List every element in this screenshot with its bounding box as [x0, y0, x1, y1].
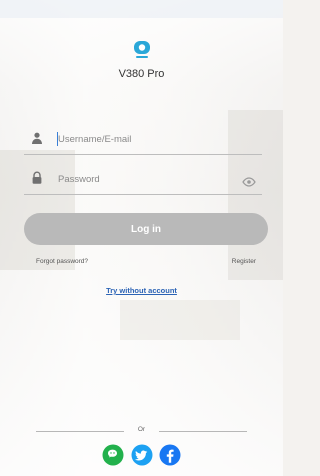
- facebook-icon[interactable]: [159, 444, 181, 466]
- eye-icon[interactable]: [242, 174, 256, 187]
- or-divider: Or: [36, 426, 247, 436]
- login-button[interactable]: Log in: [24, 213, 268, 245]
- password-field[interactable]: [24, 164, 262, 195]
- forgot-password-link[interactable]: Forgot password?: [36, 258, 88, 265]
- camera-logo-icon: [130, 38, 154, 62]
- username-field[interactable]: [24, 124, 262, 155]
- wechat-icon[interactable]: [102, 444, 124, 466]
- lock-icon: [30, 171, 44, 185]
- auth-links: Forgot password? Register: [24, 258, 262, 270]
- background-shape: [120, 300, 240, 340]
- user-icon: [30, 131, 44, 145]
- username-input[interactable]: [56, 128, 240, 150]
- social-login-row: [0, 444, 283, 468]
- try-without-account-link[interactable]: Try without account: [0, 286, 283, 295]
- app-name: V380 Pro: [118, 68, 165, 80]
- register-link[interactable]: Register: [232, 258, 256, 265]
- divider-line: [159, 431, 247, 432]
- app-logo-block: V380 Pro: [0, 38, 283, 80]
- status-bar-area: [0, 0, 283, 18]
- password-input[interactable]: [56, 168, 240, 190]
- twitter-icon[interactable]: [131, 444, 153, 466]
